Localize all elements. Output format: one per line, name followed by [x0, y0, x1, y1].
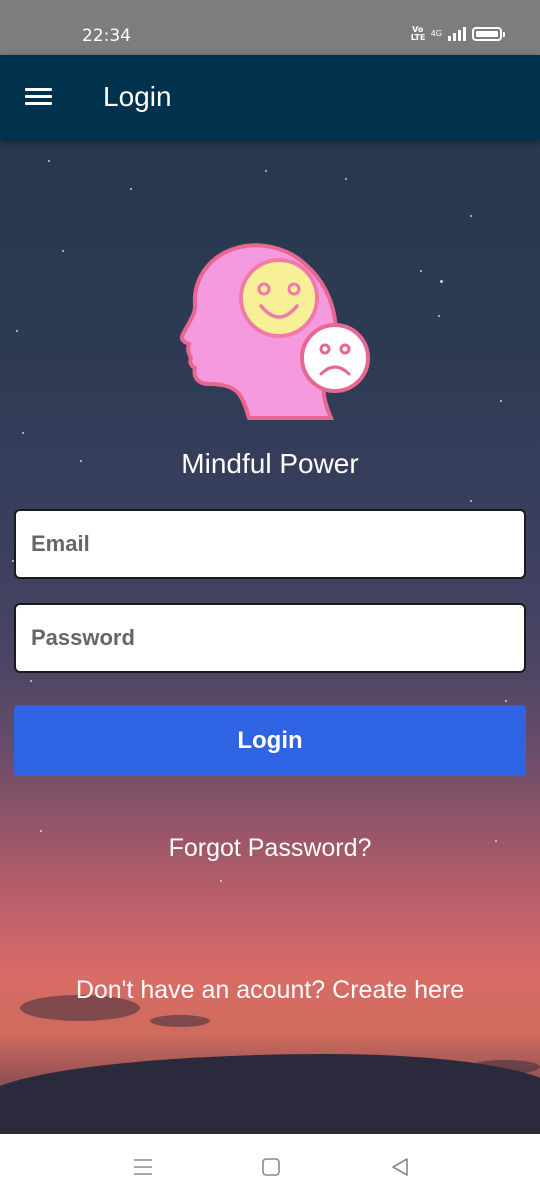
status-icons: Vo LTE 4G: [410, 25, 505, 42]
battery-icon: [472, 27, 505, 41]
recents-icon[interactable]: [128, 1154, 158, 1180]
back-icon[interactable]: [385, 1154, 415, 1180]
system-nav-bar: [0, 1134, 540, 1200]
signal-icon: [448, 27, 466, 41]
forgot-password-link[interactable]: Forgot Password?: [0, 834, 540, 863]
network-type-label: 4G: [430, 29, 442, 38]
email-field[interactable]: [14, 509, 526, 579]
volte-icon: Vo LTE: [410, 25, 426, 42]
horizon-hill: [0, 1054, 540, 1134]
app-name: Mindful Power: [181, 448, 359, 479]
password-field[interactable]: [14, 603, 526, 673]
app-bar: Login: [0, 55, 540, 140]
create-account-link[interactable]: Don't have an acount? Create here: [0, 976, 540, 1005]
status-bar: 22:34 Vo LTE 4G: [0, 0, 540, 55]
page-title: Login: [103, 81, 172, 112]
status-time: 22:34: [82, 26, 131, 46]
hamburger-menu-icon[interactable]: [18, 81, 60, 113]
login-button[interactable]: Login: [14, 705, 526, 776]
mind-emotions-logo: [179, 243, 370, 420]
login-screen: Mindful Power Login Forgot Password? Don…: [0, 140, 540, 1134]
home-icon[interactable]: [256, 1154, 286, 1180]
